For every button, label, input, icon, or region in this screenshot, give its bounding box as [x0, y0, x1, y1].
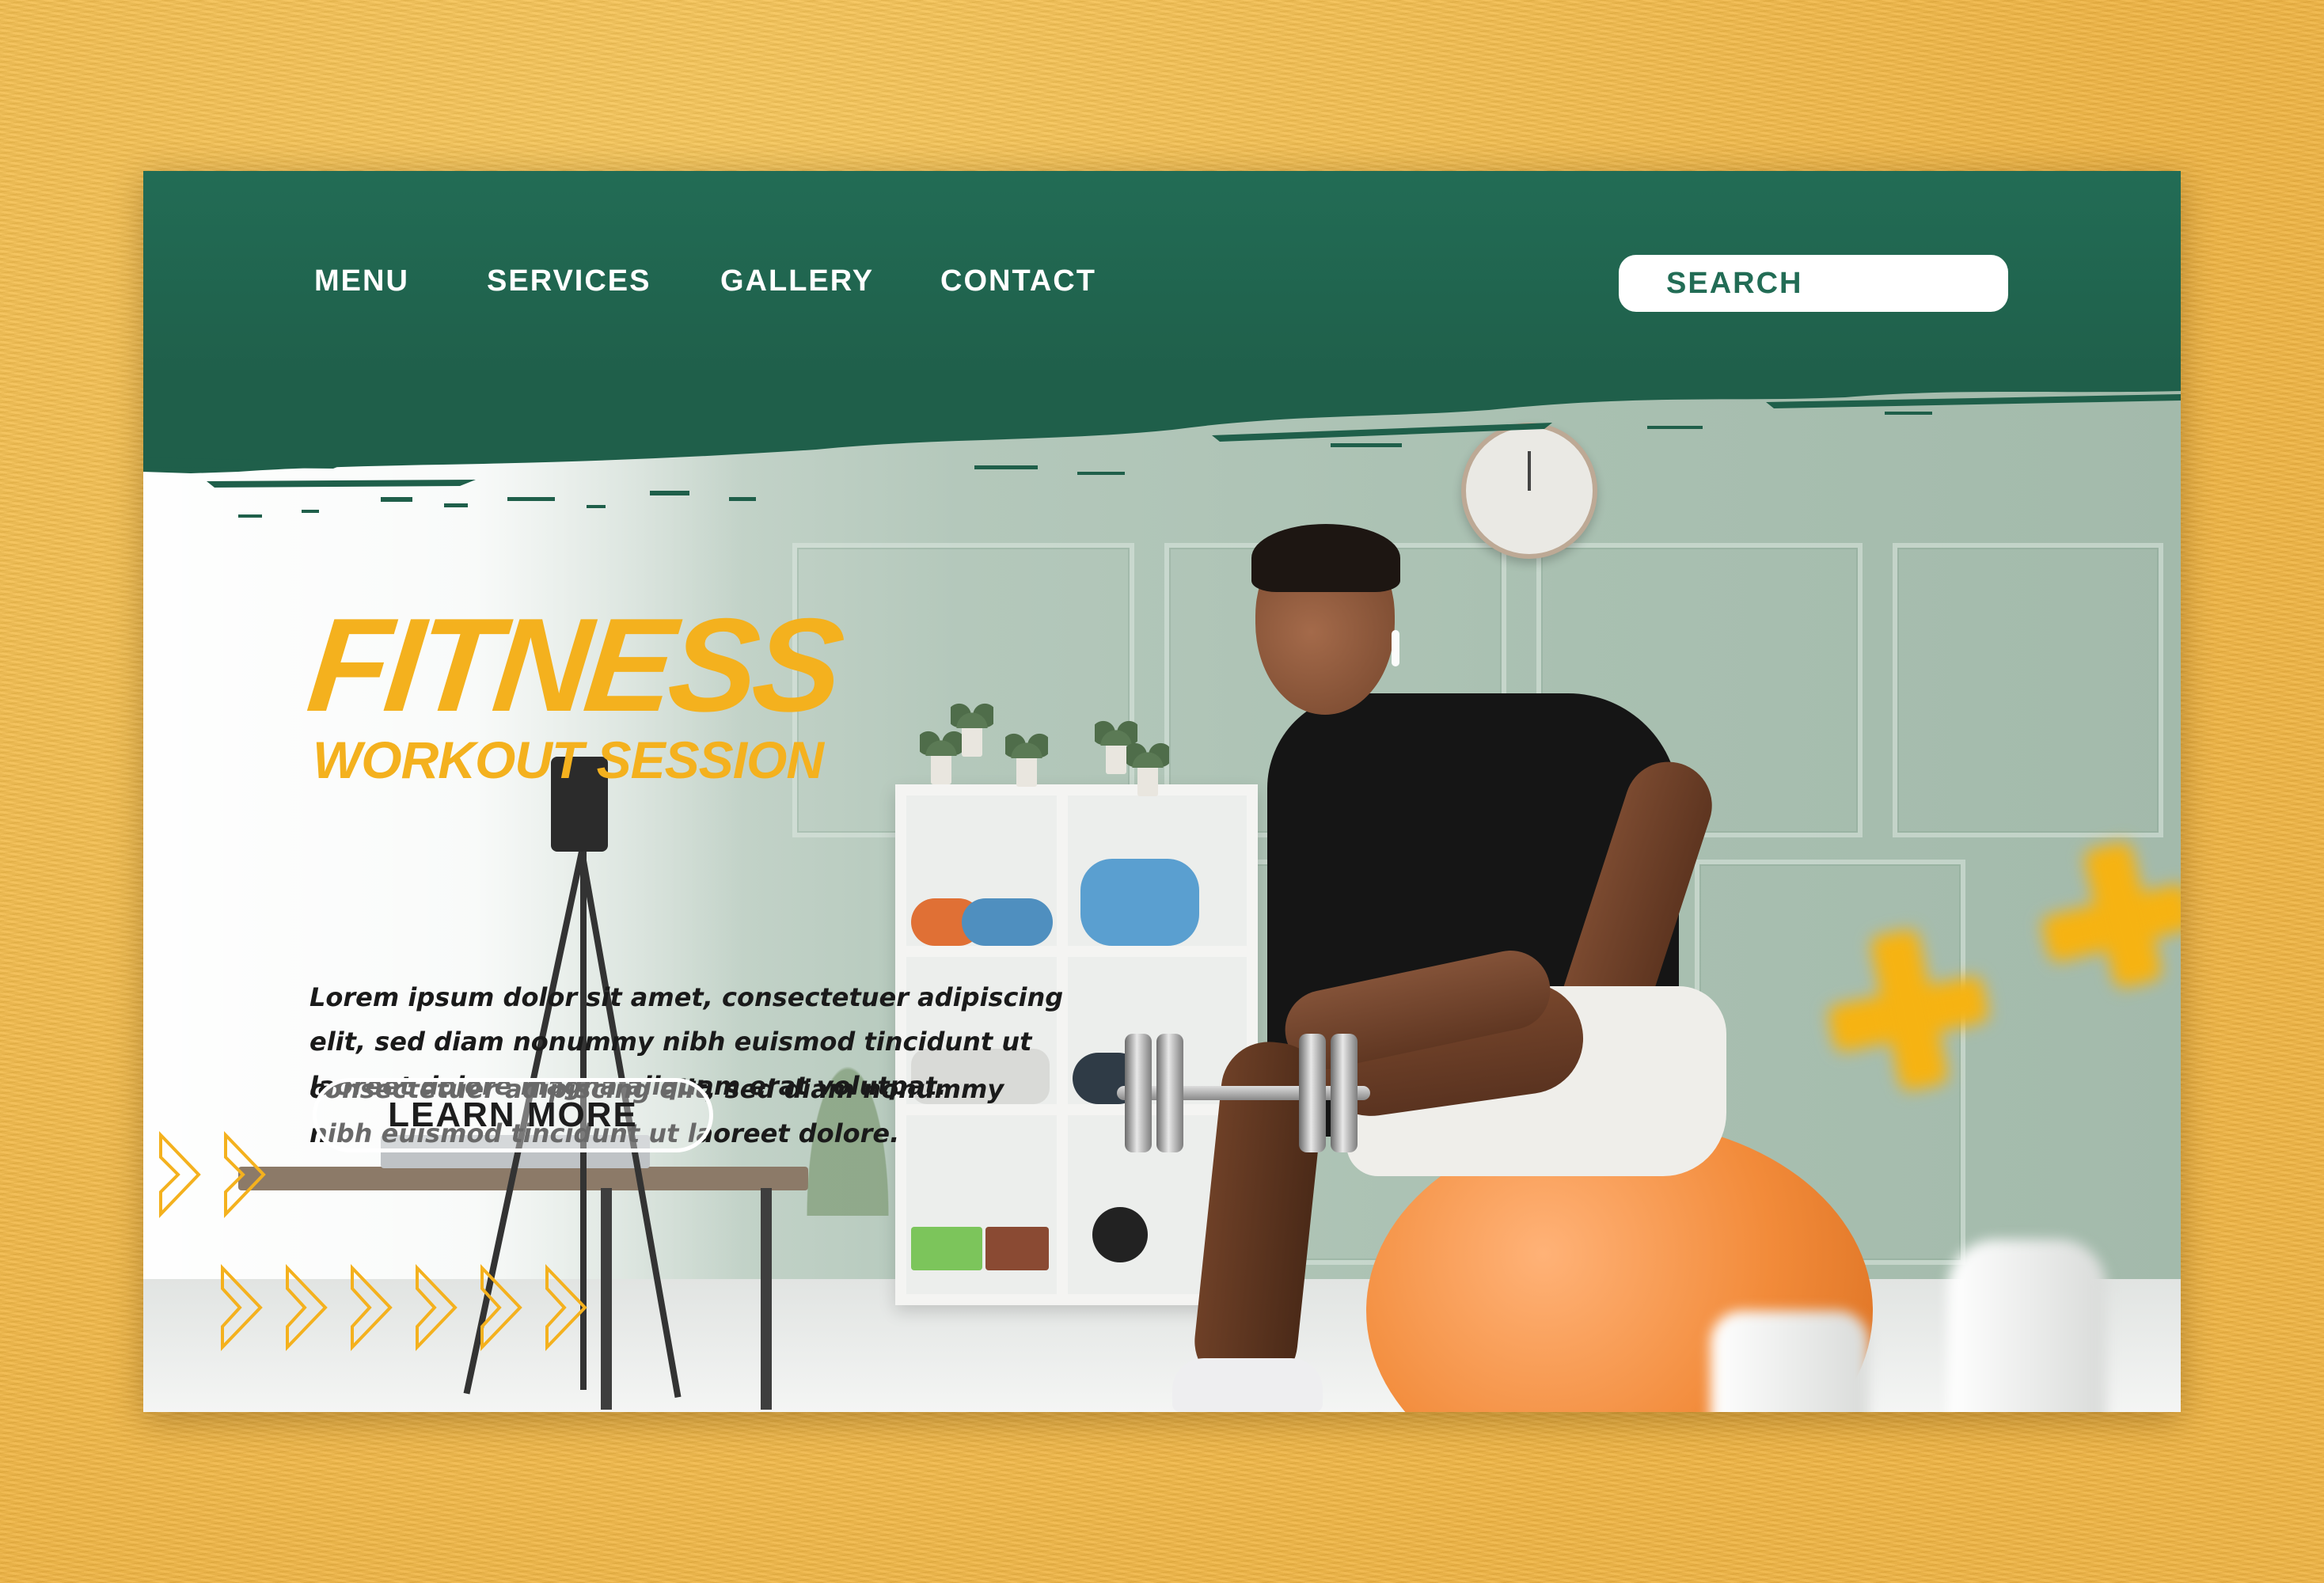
yoga-mat-blue: [1080, 859, 1199, 946]
nav-services[interactable]: SERVICES: [487, 264, 651, 298]
potted-plant: [1126, 736, 1169, 796]
potted-plant: [920, 724, 963, 784]
potted-plant: [1095, 714, 1137, 774]
person-shoe: [1172, 1358, 1323, 1412]
yoga-mat-blue: [962, 898, 1053, 946]
potted-plant: [951, 697, 993, 757]
search-label: SEARCH: [1666, 266, 1803, 300]
double-chevron-right-icon: [159, 1131, 266, 1218]
yoga-block-green: [911, 1227, 982, 1270]
wall-panel: [1893, 543, 2163, 837]
nav-contact[interactable]: CONTACT: [940, 264, 1096, 298]
decor-pillar: [1711, 1311, 1869, 1412]
desk-leg: [761, 1188, 772, 1410]
dumbbell: [1117, 1034, 1370, 1152]
landing-page: MENU SERVICES GALLERY CONTACT SEARCH FIT…: [143, 171, 2181, 1412]
yoga-block-brown: [985, 1227, 1049, 1270]
decor-pillar: [1948, 1239, 2106, 1412]
search-input[interactable]: SEARCH: [1619, 255, 2008, 312]
nav-menu[interactable]: MENU: [314, 264, 409, 298]
hero-title: FITNESS: [302, 590, 846, 739]
person-hair: [1251, 524, 1400, 592]
earbud-icon: [1392, 630, 1399, 666]
nav-gallery[interactable]: GALLERY: [720, 264, 874, 298]
learn-more-button[interactable]: LEARN MORE: [313, 1078, 713, 1152]
hero-subtitle: WORKOUT SESSION: [313, 731, 824, 789]
chevron-row-icon: [221, 1264, 587, 1351]
desk: [238, 1167, 808, 1190]
potted-plant: [1005, 727, 1048, 787]
ab-wheel: [1092, 1207, 1148, 1262]
brush-stroke-edge: [143, 370, 2181, 518]
